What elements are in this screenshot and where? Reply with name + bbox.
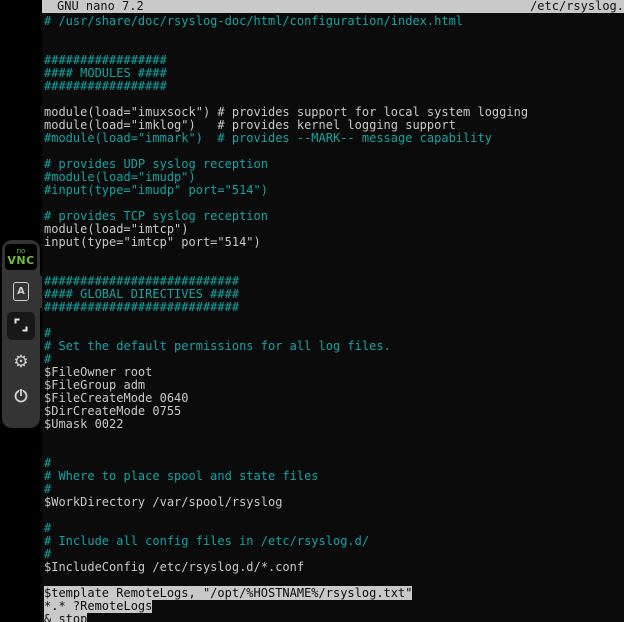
fullscreen-button[interactable] [7,312,35,340]
editor-line: # /usr/share/doc/rsyslog-doc/html/config… [44,15,624,28]
nano-version: GNU nano 7.2 [42,0,144,13]
settings-button[interactable]: ⚙ [7,347,35,375]
terminal[interactable]: GNU nano 7.2 /etc/rsyslog. # /usr/share/… [42,0,624,622]
nano-filename: /etc/rsyslog. [530,0,624,13]
editor-line: $IncludeConfig /etc/rsyslog.d/*.conf [44,561,624,574]
editor-line [44,314,624,327]
editor-line: # Where to place spool and state files [44,470,624,483]
editor-line: input(type="imtcp" port="514") [44,236,624,249]
clipboard-button[interactable]: A [7,277,35,305]
editor-line: $Umask 0022 [44,418,624,431]
novnc-control-bar: no VNC A ⚙ [2,240,40,428]
editor-line [44,431,624,444]
screen: no VNC A ⚙ [0,0,624,622]
nano-editor-area[interactable]: # /usr/share/doc/rsyslog-doc/html/config… [42,13,624,622]
editor-line [44,444,624,457]
selected-text: $template RemoteLogs, "/opt/%HOSTNAME%/r… [44,586,412,600]
selected-text: *.* ?RemoteLogs [44,599,152,613]
editor-line [44,28,624,41]
editor-line: $WorkDirectory /var/spool/rsyslog [44,496,624,509]
editor-line: ########################### [44,301,624,314]
editor-line: & stop [44,613,624,622]
editor-line: $DirCreateMode 0755 [44,405,624,418]
editor-line: ################# [44,80,624,93]
novnc-logo: no VNC [5,244,37,270]
power-button[interactable] [7,382,35,410]
editor-line: # Set the default permissions for all lo… [44,340,624,353]
fullscreen-icon [14,318,28,335]
editor-line [44,509,624,522]
editor-line: #input(type="imudp" port="514") [44,184,624,197]
clipboard-icon: A [13,282,29,301]
gear-icon: ⚙ [13,353,28,370]
editor-line: *.* ?RemoteLogs [44,600,624,613]
nano-title-bar: GNU nano 7.2 /etc/rsyslog. [42,0,624,13]
power-icon [13,387,29,406]
editor-line [44,249,624,262]
novnc-logo-main: VNC [7,255,34,266]
editor-line: # Include all config files in /etc/rsysl… [44,535,624,548]
editor-line: #module(load="immark") # provides --MARK… [44,132,624,145]
selected-text: & stop [44,612,87,622]
